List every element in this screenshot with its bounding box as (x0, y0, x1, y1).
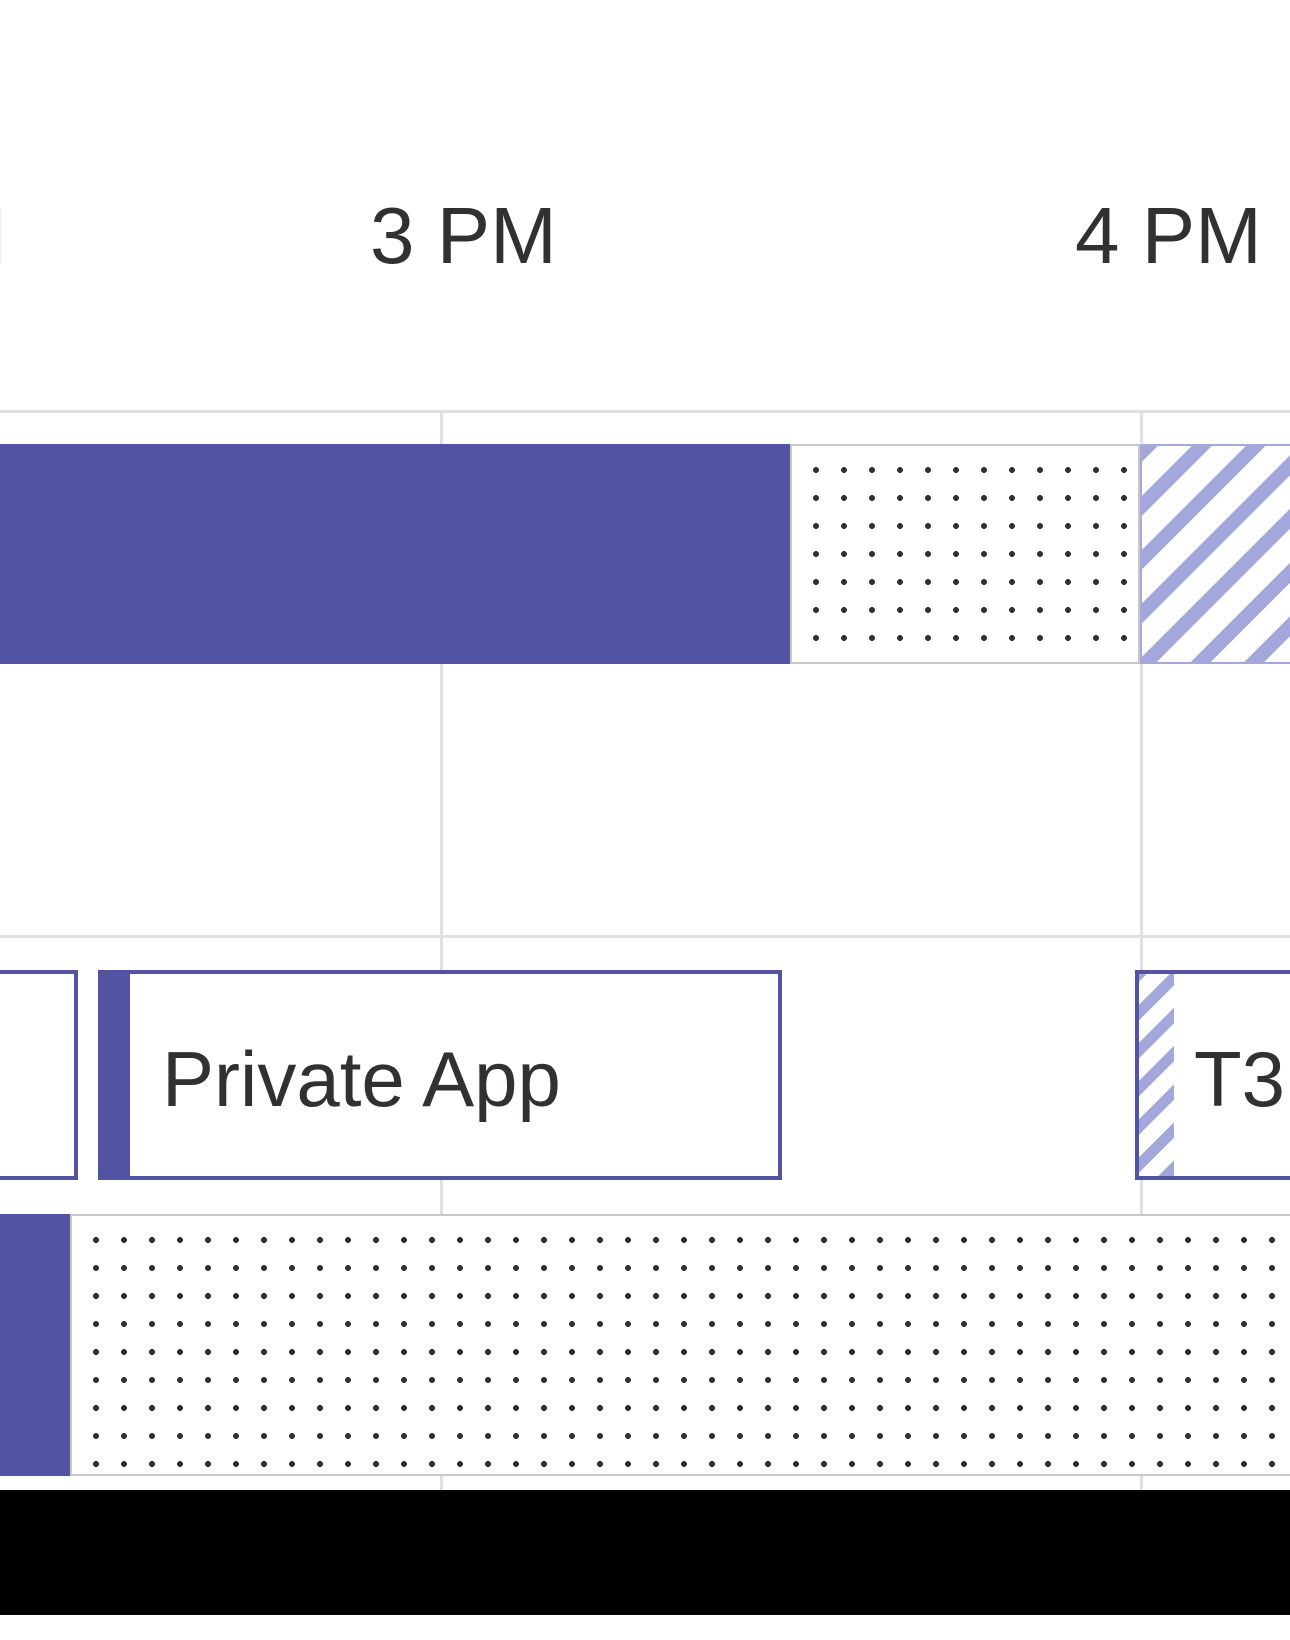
calendar-event-private[interactable]: Private App (98, 970, 782, 1180)
busy-status-bar (102, 974, 130, 1176)
availability-busy[interactable] (0, 1214, 70, 1476)
time-label-3pm: 3 PM (370, 190, 557, 282)
time-label-partial-left: M (0, 190, 7, 282)
calendar-event[interactable]: ea (0, 970, 78, 1180)
event-title: T3 (1194, 1035, 1285, 1123)
availability-out-of-office[interactable] (1140, 444, 1290, 664)
time-label-4pm: 4 PM (1075, 190, 1262, 282)
calendar-schedule-view: M 3 PM 4 PM ea Private App (0, 0, 1290, 1615)
calendar-grid[interactable]: ea Private App T3 (0, 410, 1290, 1490)
availability-busy[interactable] (0, 444, 790, 664)
availability-tentative[interactable] (70, 1214, 1290, 1476)
decorative-footer (0, 1490, 1290, 1615)
event-title: Private App (142, 1035, 561, 1123)
availability-tentative[interactable] (790, 444, 1140, 664)
calendar-event[interactable]: T3 (1135, 970, 1290, 1180)
time-header: M 3 PM 4 PM (0, 0, 1290, 410)
out-of-office-status-bar (1139, 974, 1174, 1176)
